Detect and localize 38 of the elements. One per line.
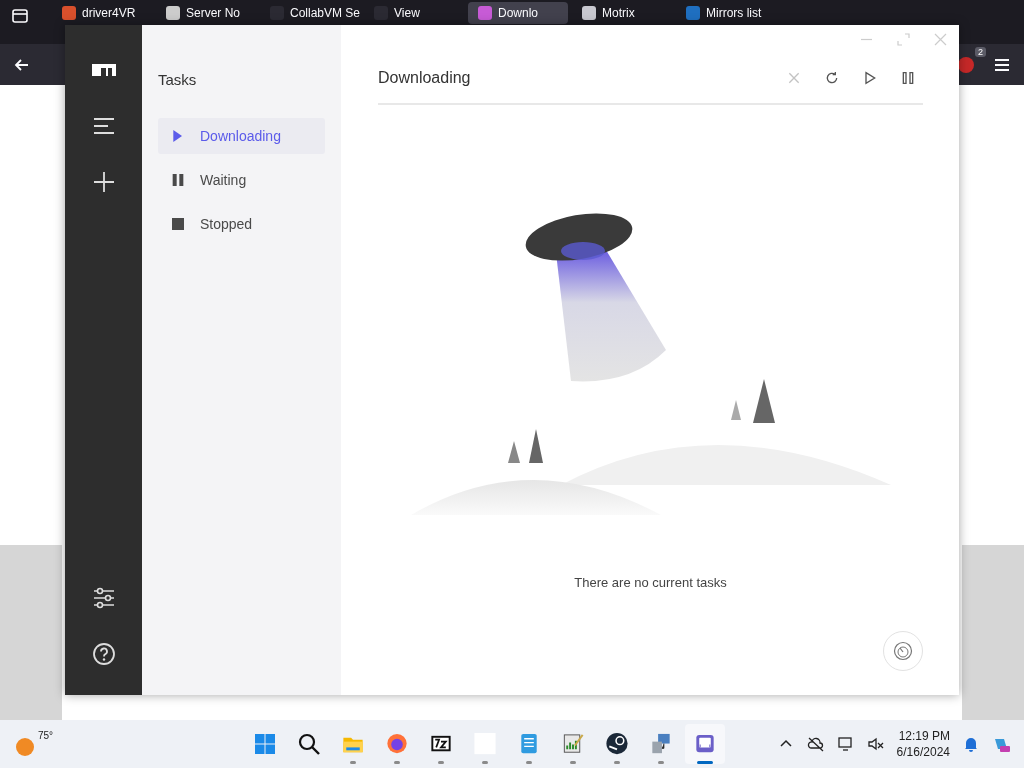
- browser-tab[interactable]: Server No: [156, 2, 256, 24]
- browser-tab[interactable]: Mirrors list: [676, 2, 776, 24]
- task-filter-item[interactable]: Stopped: [158, 206, 325, 242]
- task-filter-label: Downloading: [200, 128, 281, 144]
- search-icon: [297, 732, 322, 756]
- task-filter-item[interactable]: Downloading: [158, 118, 325, 154]
- play-icon: [862, 70, 878, 86]
- browser-tab[interactable]: CollabVM Se: [260, 2, 360, 24]
- cloud-icon[interactable]: [806, 735, 825, 753]
- temperature-text: 75°: [38, 730, 54, 741]
- section-title: Downloading: [378, 69, 471, 87]
- browser-tab[interactable]: View: [364, 2, 464, 24]
- pause-icon: [170, 172, 186, 188]
- speedometer-icon: [893, 641, 913, 661]
- clock-time[interactable]: 12:19 PM: [898, 728, 950, 744]
- game-launcher-icon: [605, 732, 630, 756]
- stop-icon: [170, 216, 186, 232]
- speaker-muted-icon[interactable]: [866, 735, 885, 753]
- refresh-icon: [824, 70, 840, 86]
- browser-icon: [385, 732, 410, 756]
- help-icon[interactable]: [90, 641, 117, 667]
- panel-title: Tasks: [158, 71, 198, 88]
- windows-logo-icon: [253, 732, 278, 756]
- task-filter-label: Stopped: [200, 216, 253, 232]
- close-icon: [786, 70, 802, 86]
- pause-icon: [900, 70, 916, 86]
- notification-badge: 2: [975, 46, 986, 57]
- browser-tab[interactable]: driver4VR: [52, 2, 152, 24]
- clock-date[interactable]: 6/16/2024: [896, 744, 950, 760]
- speed-limit-button[interactable]: [883, 631, 923, 671]
- extension-icon[interactable]: [956, 54, 976, 75]
- browser-tab[interactable]: Downlo: [468, 2, 568, 24]
- empty-state-message: There are no current tasks: [574, 575, 727, 590]
- task-filter-label: Waiting: [200, 172, 247, 188]
- browser-tab[interactable]: Motrix: [572, 2, 672, 24]
- task-filter-item[interactable]: Waiting: [158, 162, 325, 198]
- monitor-icon[interactable]: [836, 735, 855, 753]
- chart-app-icon: [561, 732, 586, 756]
